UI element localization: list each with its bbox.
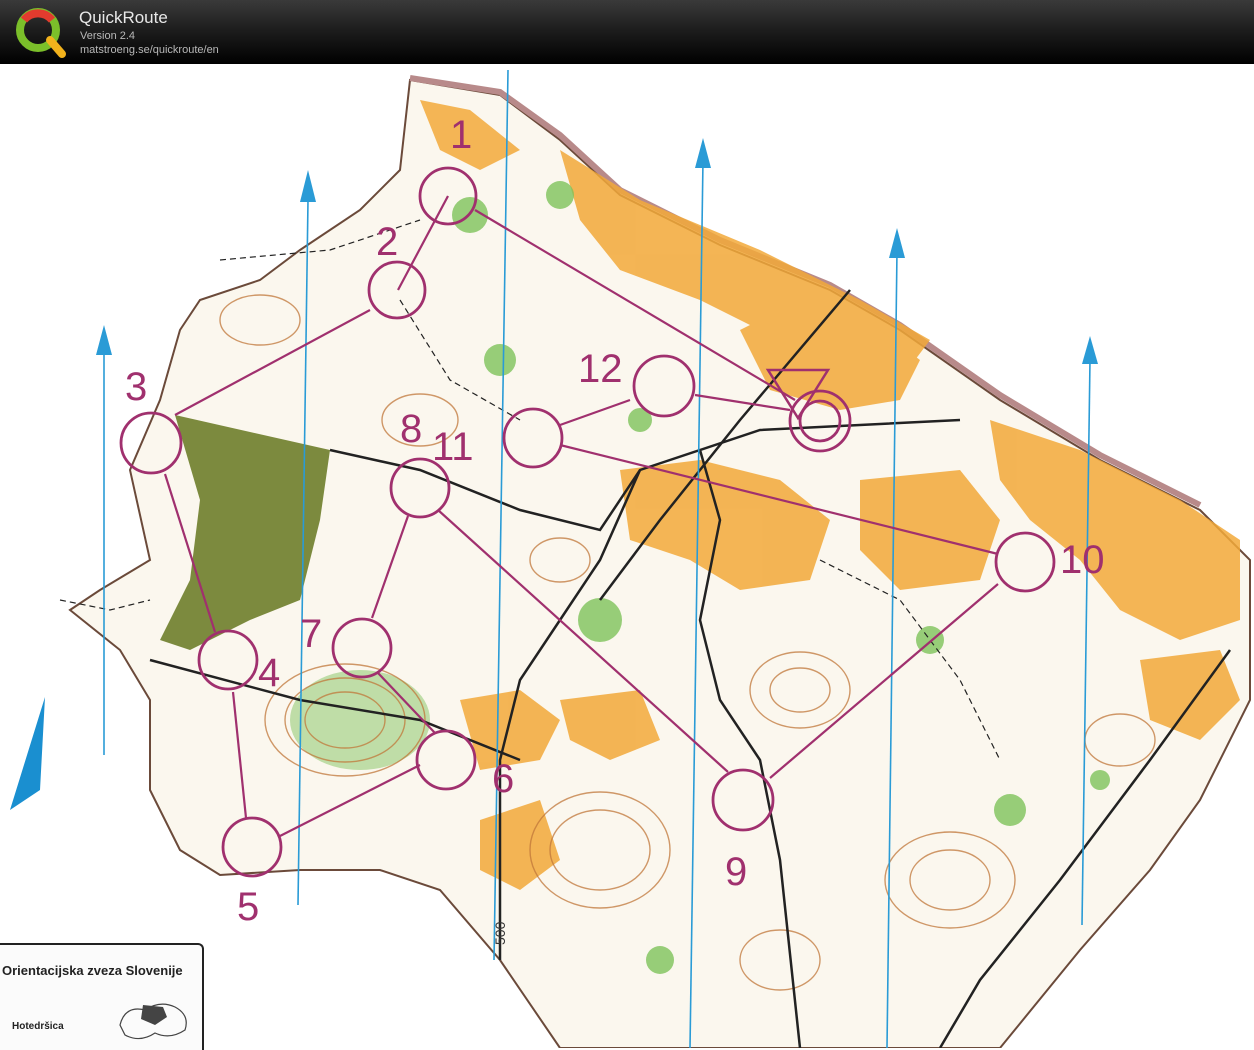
quickroute-logo-icon <box>16 8 66 58</box>
control-number-9: 9 <box>725 850 747 894</box>
control-number-10: 10 <box>1060 538 1105 582</box>
title-bar: QuickRoute Version 2.4 matstroeng.se/qui… <box>0 0 1254 64</box>
control-number-8: 8 <box>400 407 422 451</box>
control-number-6: 6 <box>492 757 514 801</box>
scale-label: 500 <box>492 921 508 945</box>
legend-place: Hotedršica <box>12 1021 64 1032</box>
control-number-5: 5 <box>237 885 259 929</box>
map-legend: Orientacijska zveza Slovenije Hotedršica <box>0 943 204 1050</box>
control-number-1: 1 <box>450 113 472 157</box>
app-version: Version 2.4 <box>80 30 136 42</box>
slovenia-outline-icon <box>119 1003 187 1040</box>
control-number-7: 7 <box>300 612 322 656</box>
control-number-4: 4 <box>258 651 280 695</box>
control-number-12: 12 <box>578 347 623 391</box>
control-number-11: 11 <box>432 425 474 469</box>
north-indicator-icon <box>10 697 70 810</box>
control-number-3: 3 <box>125 365 147 409</box>
orienteering-map[interactable]: 1 2 3 4 5 6 7 8 9 10 11 12 500 <box>0 64 1254 1048</box>
control-number-2: 2 <box>376 220 398 264</box>
app-url[interactable]: matstroeng.se/quickroute/en <box>80 44 219 56</box>
legend-title: Orientacijska zveza Slovenije <box>2 963 183 978</box>
app-name: QuickRoute <box>79 8 168 27</box>
